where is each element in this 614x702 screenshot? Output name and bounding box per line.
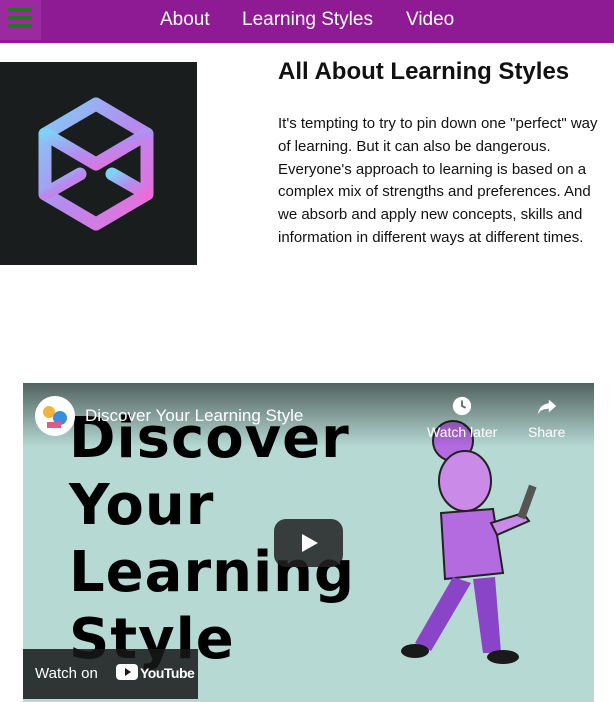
learning-styles-logo-image [0,62,197,265]
nav-link-about[interactable]: About [160,9,210,31]
menu-icon-bar [8,8,32,12]
play-icon [302,534,318,552]
share-label: Share [528,424,566,440]
share-button[interactable]: Share [528,395,565,440]
channel-avatar[interactable] [35,396,75,436]
watch-later-button[interactable]: Watch later [427,395,497,440]
video-title-link[interactable]: Discover Your Learning Style [85,406,303,426]
menu-button[interactable] [0,0,41,40]
youtube-wordmark: YouTube [140,665,195,681]
watch-on-youtube-button[interactable]: Watch on YouTube [23,649,198,699]
watch-on-label: Watch on [35,665,98,682]
channel-avatar-icon [35,396,75,436]
top-nav: About Learning Styles Video [0,0,614,43]
page-heading: All About Learning Styles [278,58,570,85]
nav-link-video[interactable]: Video [406,9,454,31]
hexagon-logo-icon [38,97,154,231]
menu-icon-bar [8,24,32,28]
youtube-embed[interactable]: Discover Your Learning Style Discover Yo… [23,383,594,702]
nav-link-learning-styles[interactable]: Learning Styles [242,9,373,31]
menu-icon-bar [8,16,32,20]
youtube-logo-icon [116,664,138,680]
intro-paragraph: It's tempting to try to pin down one "pe… [278,115,598,246]
clock-icon [452,396,472,416]
share-arrow-icon [537,399,556,415]
watch-later-label: Watch later [427,424,498,440]
play-button[interactable] [274,519,343,567]
